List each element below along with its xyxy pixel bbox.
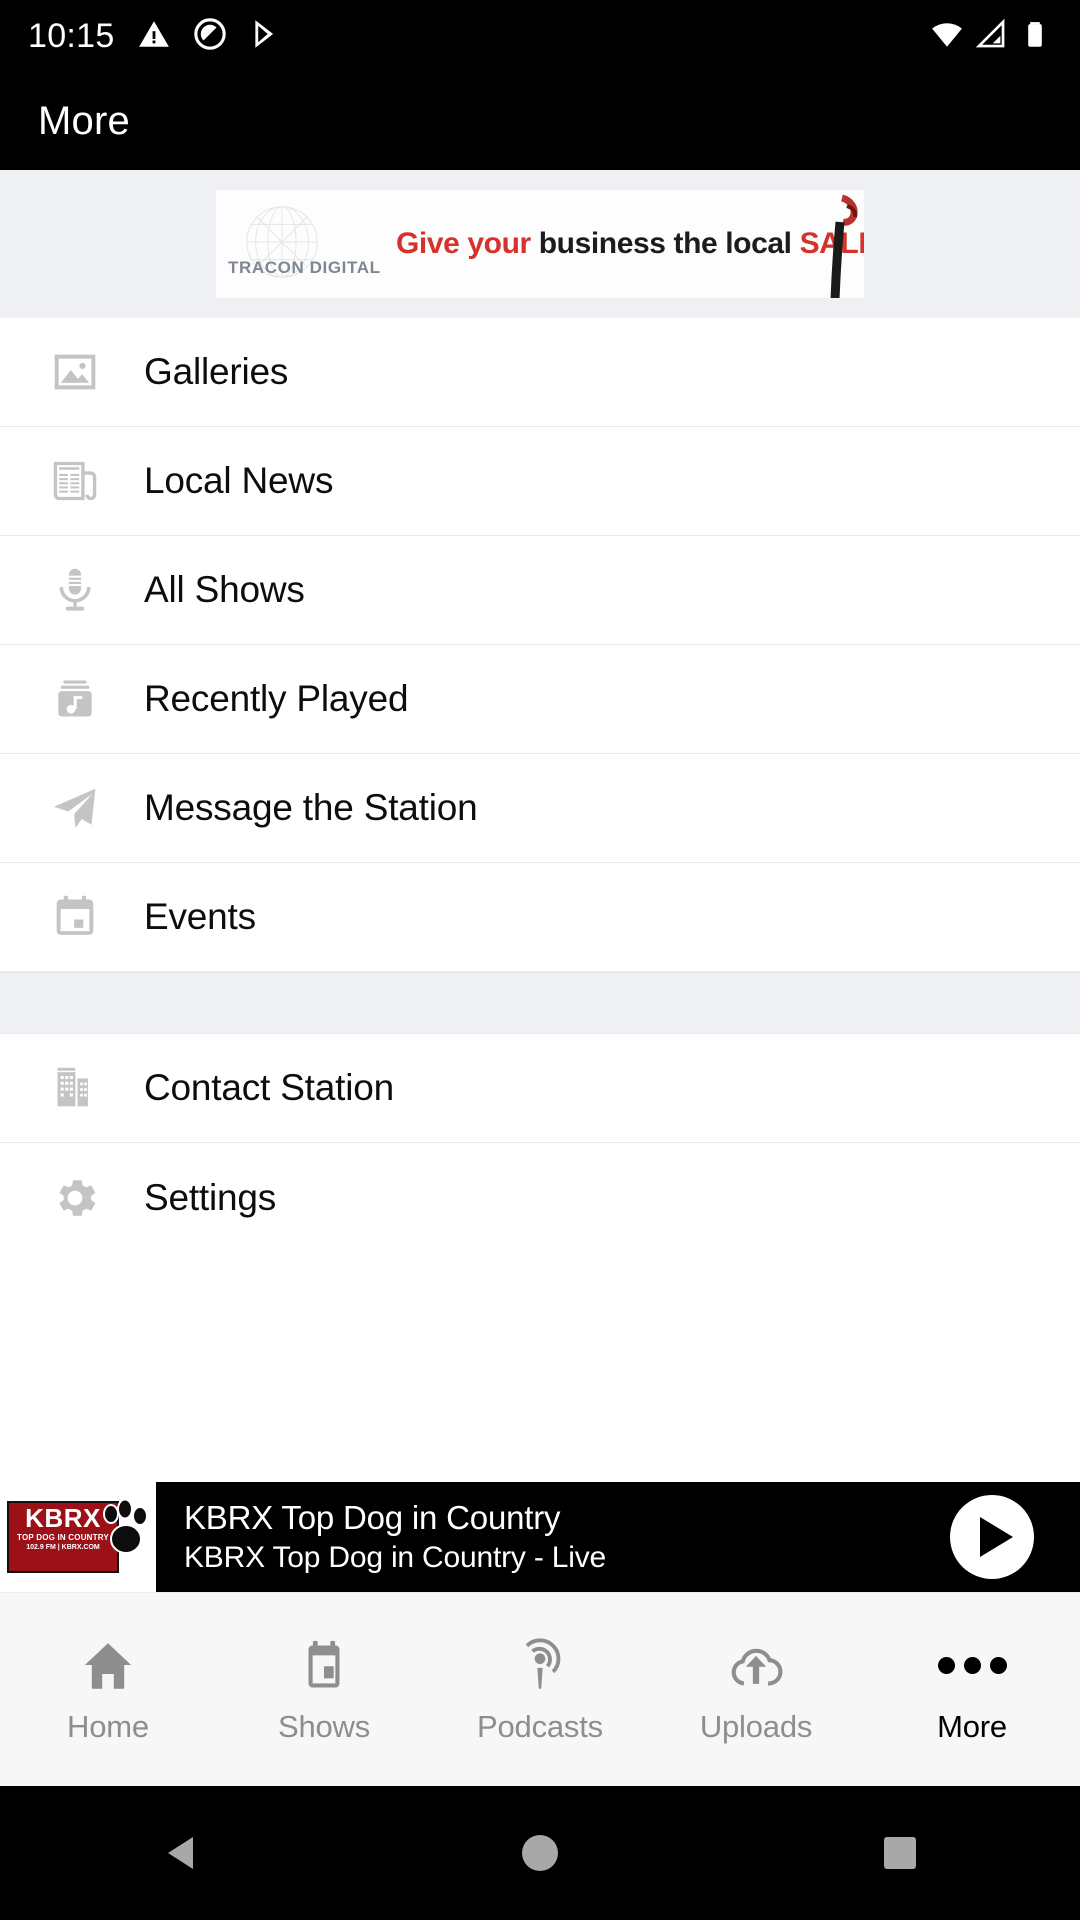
menu-item-label: All Shows (144, 569, 305, 610)
now-playing-text: KBRX Top Dog in Country KBRX Top Dog in … (184, 1497, 950, 1577)
do-not-disturb-icon (193, 17, 227, 56)
menu-item-contact-station[interactable]: Contact Station (0, 1034, 1080, 1143)
status-bar-right (930, 17, 1052, 56)
menu-item-label: Contact Station (144, 1067, 394, 1108)
podcast-icon (511, 1635, 569, 1697)
menu-item-all-shows[interactable]: All Shows (0, 536, 1080, 645)
menu-item-galleries[interactable]: Galleries (0, 318, 1080, 427)
nav-tab-label: Home (67, 1708, 149, 1744)
image-icon (48, 345, 102, 399)
wifi-icon (930, 17, 964, 56)
station-artwork: KBRX TOP DOG IN COUNTRY 102.9 FM | KBRX.… (0, 1482, 156, 1592)
home-icon (79, 1635, 137, 1697)
recents-square-icon (884, 1837, 916, 1869)
more-dots-icon (937, 1635, 1007, 1697)
battery-icon (1018, 17, 1052, 56)
now-playing-title: KBRX Top Dog in Country (184, 1499, 561, 1536)
more-menu-list: Galleries Local News All Shows Recently … (0, 318, 1080, 1252)
advertisement-banner[interactable]: TRACON DIGITAL Give your business the lo… (216, 190, 864, 298)
kbrx-call-letters: KBRX (25, 1503, 101, 1533)
kbrx-logo: KBRX TOP DOG IN COUNTRY 102.9 FM | KBRX.… (3, 1493, 153, 1581)
nav-tab-more[interactable]: More (864, 1593, 1080, 1786)
play-button[interactable] (950, 1495, 1034, 1579)
nav-tab-shows[interactable]: Shows (216, 1593, 432, 1786)
system-home-button[interactable] (450, 1786, 630, 1920)
now-playing-body[interactable]: KBRX Top Dog in Country KBRX Top Dog in … (156, 1482, 1080, 1592)
calendar-icon (295, 1635, 353, 1697)
nav-tab-podcasts[interactable]: Podcasts (432, 1593, 648, 1786)
app-bar: More (0, 72, 1080, 170)
menu-item-label: Recently Played (144, 678, 409, 719)
menu-item-label: Settings (144, 1176, 277, 1218)
status-clock: 10:15 (28, 16, 115, 55)
nav-tab-label: Uploads (699, 1708, 813, 1744)
microphone-icon (48, 563, 102, 617)
nav-tab-label: Podcasts (477, 1708, 603, 1744)
menu-item-recently-played[interactable]: Recently Played (0, 645, 1080, 754)
kbrx-tagline: TOP DOG IN COUNTRY (17, 1533, 109, 1542)
nav-tab-label: More (937, 1708, 1007, 1744)
status-bar-left: 10:15 (28, 17, 283, 56)
play-icon (980, 1517, 1013, 1557)
cellular-signal-icon (974, 17, 1008, 56)
ad-headline: Give your business the local SALES it ne… (396, 227, 864, 261)
menu-item-local-news[interactable]: Local News (0, 427, 1080, 536)
paw-print-icon (103, 1499, 148, 1554)
ad-headline-part2: business the local (530, 227, 800, 260)
home-circle-icon (522, 1835, 558, 1871)
advertiser-name: TRACON DIGITAL (228, 258, 381, 277)
menu-item-label: Galleries (144, 351, 289, 392)
nav-tab-label: Shows (277, 1708, 371, 1744)
menu-group-separator (0, 972, 1080, 1034)
menu-item-settings[interactable]: Settings (0, 1143, 1080, 1252)
calendar-icon (48, 890, 102, 944)
back-triangle-icon (167, 1837, 193, 1869)
menu-item-label: Events (144, 896, 256, 937)
microphone-photo-icon (830, 194, 858, 298)
status-bar: 10:15 (0, 0, 1080, 72)
menu-item-label: Local News (144, 460, 334, 501)
ad-region: TRACON DIGITAL Give your business the lo… (0, 170, 1080, 318)
building-icon (48, 1061, 102, 1115)
menu-item-message-the-station[interactable]: Message the Station (0, 754, 1080, 863)
menu-item-events[interactable]: Events (0, 863, 1080, 972)
advertiser-logo: TRACON DIGITAL (216, 190, 396, 298)
paper-plane-icon (48, 781, 102, 835)
ad-headline-part1: Give your (396, 227, 531, 260)
cloud-upload-icon (727, 1635, 785, 1697)
now-playing-bar[interactable]: KBRX TOP DOG IN COUNTRY 102.9 FM | KBRX.… (0, 1482, 1080, 1592)
kbrx-frequency: 102.9 FM | KBRX.COM (26, 1544, 100, 1551)
play-store-icon (249, 17, 283, 56)
system-recents-button[interactable] (810, 1786, 990, 1920)
menu-item-label: Message the Station (144, 787, 478, 828)
android-system-nav (0, 1786, 1080, 1920)
now-playing-subtitle: KBRX Top Dog in Country - Live (184, 1541, 606, 1574)
nav-tab-uploads[interactable]: Uploads (648, 1593, 864, 1786)
system-back-button[interactable] (90, 1786, 270, 1920)
nav-tab-home[interactable]: Home (0, 1593, 216, 1786)
warning-triangle-icon (137, 17, 171, 56)
gear-icon (48, 1171, 102, 1225)
newspaper-icon (48, 454, 102, 508)
page-title: More (38, 98, 130, 143)
bottom-navigation: Home Shows Podcasts Uploads More (0, 1592, 1080, 1786)
music-album-icon (48, 672, 102, 726)
